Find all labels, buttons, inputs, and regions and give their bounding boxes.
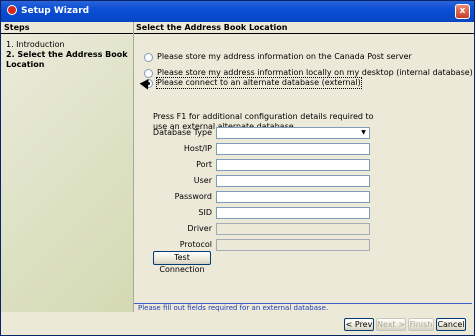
password-label: Password (174, 192, 212, 201)
next-button: Next > (376, 318, 406, 331)
title-bar[interactable]: Setup Wizard x (1, 1, 474, 22)
status-message: Please fill out fields required for an e… (134, 303, 472, 312)
main-panel: Select the Address Book Location Please … (134, 22, 474, 312)
radio-canada-post-server[interactable] (144, 53, 153, 62)
prev-button[interactable]: < Prev (344, 318, 374, 331)
sid-field[interactable] (216, 207, 370, 219)
option-label-canada-post[interactable]: Please store my address information on t… (157, 52, 412, 62)
radio-local-desktop[interactable] (144, 69, 153, 78)
steps-background (1, 35, 133, 312)
port-label: Port (196, 160, 212, 169)
user-label: User (193, 176, 212, 185)
step-introduction: 1. Introduction (6, 40, 65, 49)
steps-panel: Steps 1. Introduction 2. Select the Addr… (1, 22, 134, 312)
host-ip-field[interactable] (216, 143, 370, 155)
database-type-label: Database Type (152, 128, 212, 137)
close-button[interactable]: x (455, 4, 470, 19)
user-field[interactable] (216, 175, 370, 187)
test-connection-button[interactable]: Test Connection (153, 251, 211, 274)
option-label-local-desktop[interactable]: Please store my address information loca… (157, 68, 473, 78)
steps-header: Steps (1, 22, 133, 34)
protocol-field (216, 239, 370, 251)
finish-button: Finish (408, 318, 434, 331)
sid-label: SID (198, 208, 212, 217)
database-type-select[interactable]: ▼ (216, 127, 370, 139)
protocol-label: Protocol (179, 240, 212, 249)
page-title: Select the Address Book Location (134, 22, 474, 34)
app-logo-icon (7, 5, 17, 15)
option-label-external-database[interactable]: Please connect to an alternate database … (156, 77, 362, 89)
window-title: Setup Wizard (21, 6, 90, 16)
host-ip-label: Host/IP (183, 144, 212, 153)
wizard-footer: < Prev Next > Finish Cancel (1, 312, 474, 335)
driver-label: Driver (187, 224, 212, 233)
step-select-address-book: 2. Select the Address Book Location (6, 50, 128, 69)
chevron-down-icon[interactable]: ▼ (358, 128, 369, 138)
port-field[interactable] (216, 159, 370, 171)
cancel-button[interactable]: Cancel (436, 318, 466, 331)
setup-wizard-window: Setup Wizard x Steps 1. Introduction 2. … (0, 0, 475, 336)
password-field[interactable] (216, 191, 370, 203)
driver-field (216, 223, 370, 235)
